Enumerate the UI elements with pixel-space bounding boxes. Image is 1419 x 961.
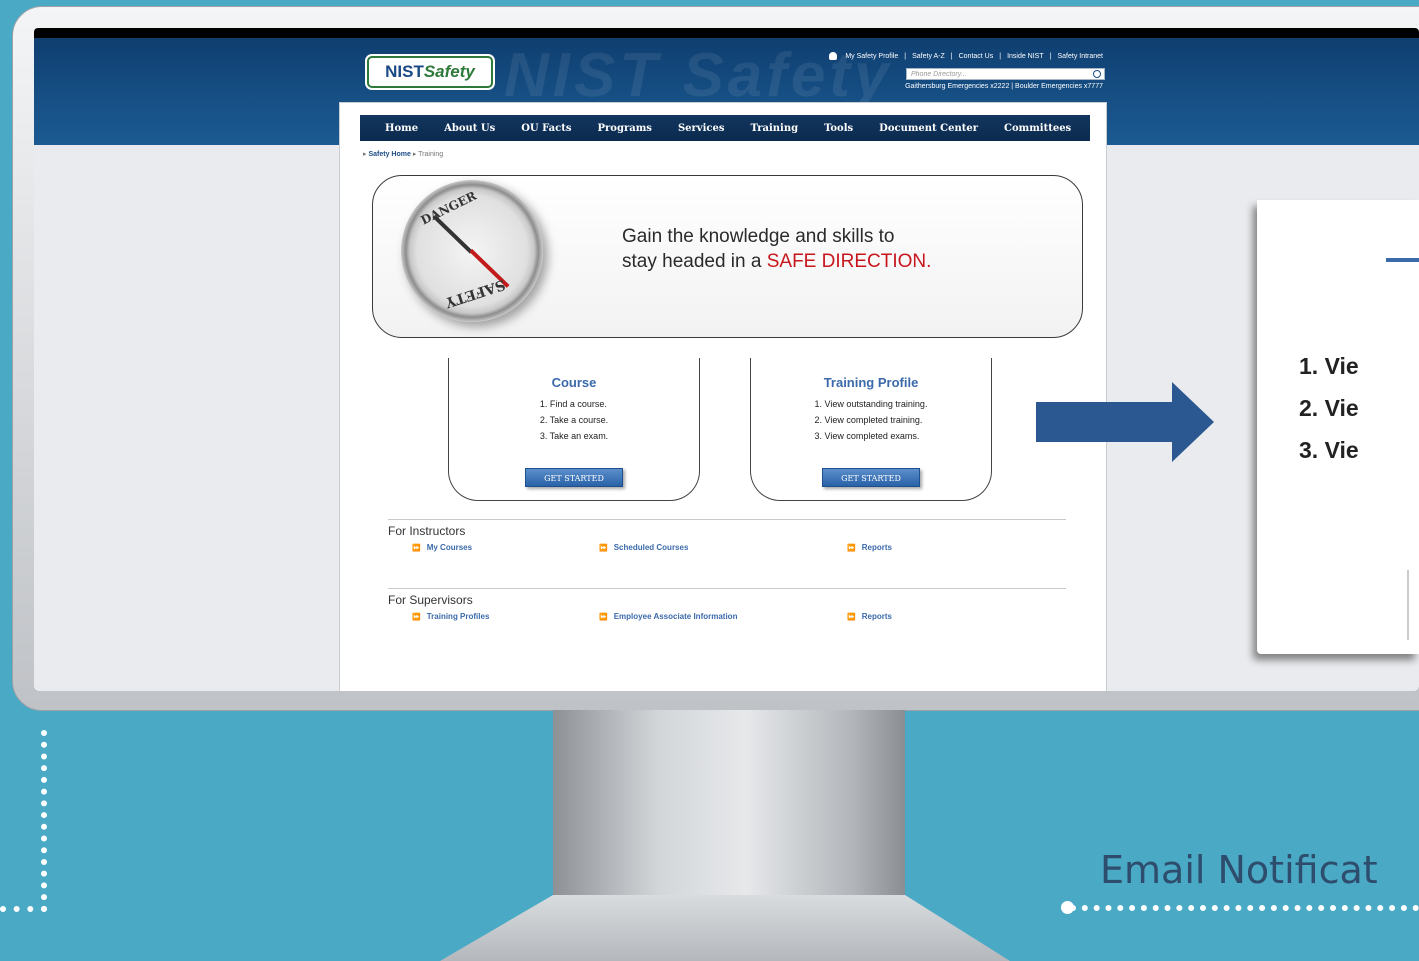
logo-text-safety: Safety [423, 62, 475, 81]
nav-ou-facts[interactable]: OU Facts [508, 123, 584, 134]
double-arrow-icon: ⏩ [412, 614, 421, 621]
nav-home[interactable]: Home [372, 123, 431, 134]
course-steps: 1. Find a course. 2. Take a course. 3. T… [540, 396, 608, 444]
util-link-my-safety-profile[interactable]: My Safety Profile [845, 53, 898, 60]
hero-banner: DANGER SAFETY Gain the knowledge and ski… [372, 161, 1083, 341]
course-get-started-button[interactable]: GET STARTED [525, 468, 623, 487]
nav-programs[interactable]: Programs [585, 123, 665, 134]
supervisor-link-reports[interactable]: ⏩ Reports [847, 612, 892, 621]
separator: | [950, 52, 953, 60]
double-arrow-icon: ⏩ [847, 545, 856, 552]
link-label: My Courses [426, 543, 473, 552]
zoomed-steps: 1. Vie 2. Vie 3. Vie [1299, 345, 1359, 471]
phone-directory-placeholder: Phone Directory... [911, 71, 967, 78]
website: NIST Safety NISTSafety My Safety Profile… [34, 38, 1419, 691]
list-item: 2. Vie [1299, 395, 1359, 421]
training-profile-steps: 1. View outstanding training. 2. View co… [815, 396, 928, 444]
supervisors-heading: For Supervisors [388, 593, 473, 607]
course-card-title: Course [551, 375, 597, 390]
hero-accent: SAFE DIRECTION. [766, 251, 932, 272]
header-watermark: NIST Safety [504, 41, 893, 110]
hero-line-2: stay headed in a SAFE DIRECTION. [622, 249, 931, 274]
monitor-stand-base [440, 895, 1010, 961]
zoomed-title-fragment [1386, 258, 1419, 262]
logo-text-nist: NIST [385, 62, 424, 81]
nav-document-center[interactable]: Document Center [866, 123, 991, 134]
nav-tools[interactable]: Tools [811, 123, 866, 134]
hero-tagline: Gain the knowledge and skills to stay he… [622, 224, 931, 274]
nist-safety-logo[interactable]: NISTSafety [367, 56, 493, 88]
user-icon [829, 52, 838, 60]
nav-committees[interactable]: Committees [991, 123, 1084, 134]
nav-about-us[interactable]: About Us [431, 123, 508, 134]
breadcrumb-home[interactable]: Safety Home [368, 151, 410, 158]
zoomed-button-edge [1407, 570, 1419, 640]
double-arrow-icon: ⏩ [412, 545, 421, 552]
hero-line-2-prefix: stay headed in a [622, 251, 762, 272]
list-item: 1. Find a course. [539, 399, 607, 409]
list-item: 3. Take an exam. [539, 431, 609, 441]
list-item: 1. View outstanding training. [814, 399, 928, 409]
instructors-heading: For Instructors [388, 524, 466, 538]
util-link-inside-nist[interactable]: Inside NIST [1007, 53, 1044, 60]
list-item: 2. Take a course. [539, 415, 609, 425]
zoomed-training-profile-callout: 1. Vie 2. Vie 3. Vie [1257, 200, 1419, 654]
link-label: Training Profiles [426, 612, 490, 621]
dotted-line-decoration [41, 730, 47, 912]
util-link-contact-us[interactable]: Contact Us [959, 53, 994, 60]
monitor-screen: NIST Safety NISTSafety My Safety Profile… [34, 28, 1419, 691]
breadcrumb-current: Training [418, 151, 444, 158]
instructor-link-my-courses[interactable]: ⏩ My Courses [412, 543, 472, 552]
instructor-link-reports[interactable]: ⏩ Reports [847, 543, 892, 552]
separator: | [999, 52, 1002, 60]
double-arrow-icon: ⏩ [599, 545, 608, 552]
instructor-link-scheduled-courses[interactable]: ⏩ Scheduled Courses [599, 543, 688, 552]
emergency-numbers: Gaithersburg Emergencies x2222 | Boulder… [905, 83, 1103, 90]
double-arrow-icon: ⏩ [847, 614, 856, 621]
list-item: 3. View completed exams. [814, 431, 920, 441]
monitor-stand-neck [553, 710, 905, 895]
right-arrow-icon [1036, 382, 1214, 462]
hero-line-1: Gain the knowledge and skills to [622, 226, 895, 247]
nav-training[interactable]: Training [737, 123, 811, 134]
util-link-safety-intranet[interactable]: Safety Intranet [1057, 53, 1103, 60]
search-icon[interactable] [1093, 70, 1101, 78]
main-nav: Home About Us OU Facts Programs Services… [360, 115, 1090, 141]
phone-directory-input[interactable]: Phone Directory... [906, 68, 1105, 80]
supervisor-link-training-profiles[interactable]: ⏩ Training Profiles [412, 612, 489, 621]
separator: | [904, 52, 907, 60]
separator: | [1049, 52, 1052, 60]
nav-services[interactable]: Services [665, 123, 738, 134]
divider [388, 588, 1066, 589]
compass-label-danger: DANGER [418, 188, 479, 228]
supervisor-link-employee-associate-information[interactable]: ⏩ Employee Associate Information [599, 612, 737, 621]
link-label: Scheduled Courses [613, 543, 689, 552]
link-label: Employee Associate Information [613, 612, 738, 621]
course-card: Course 1. Find a course. 2. Take a cours… [448, 358, 700, 501]
training-profile-get-started-button[interactable]: GET STARTED [822, 468, 920, 487]
utility-links: My Safety Profile | Safety A-Z | Contact… [829, 52, 1103, 60]
compass-label-safety: SAFETY [443, 275, 508, 311]
list-item: 1. Vie [1299, 353, 1359, 379]
list-item: 2. View completed training. [814, 415, 923, 425]
link-label: Reports [861, 543, 892, 552]
dotted-line-decoration [0, 906, 47, 912]
page-content: Home About Us OU Facts Programs Services… [339, 102, 1107, 691]
training-profile-card-title: Training Profile [823, 375, 919, 390]
list-item: 3. Vie [1299, 437, 1359, 463]
compass-image: DANGER SAFETY [382, 161, 562, 341]
dotted-line-decoration [1070, 905, 1419, 911]
email-notification-caption: Email Notificat [1100, 848, 1378, 892]
breadcrumb: ▸ Safety Home ▸ Training [363, 150, 443, 158]
util-link-safety-a-z[interactable]: Safety A-Z [912, 53, 945, 60]
divider [388, 519, 1066, 520]
training-profile-card: Training Profile 1. View outstanding tra… [750, 358, 992, 501]
double-arrow-icon: ⏩ [599, 614, 608, 621]
link-label: Reports [861, 612, 892, 621]
